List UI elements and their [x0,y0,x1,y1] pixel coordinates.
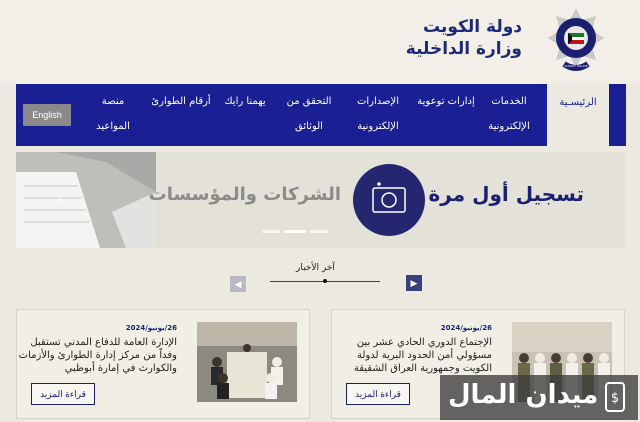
nav-feedback[interactable]: يهمنا رايك [216,94,274,109]
country-name: دولة الكويت [422,17,522,37]
svg-text:$: $ [611,391,619,406]
news-next-button[interactable]: ▶ [406,275,422,291]
slider-dot[interactable] [262,230,280,233]
news-text[interactable]: الإجتماع الدوري الحادي عشر بين مسؤولي أم… [332,336,492,375]
nav-verify-line1: التحقق من [286,96,332,107]
nav-e-services[interactable]: الخدمات الإلكترونية [479,94,539,134]
laptop-notebook-photo [16,152,156,248]
nav-appointments-line2: المواعيد [96,121,130,132]
banner-subtitle: الشركات والمؤسسات [148,184,341,205]
news-prev-button[interactable]: ◀ [230,276,246,292]
language-toggle-button[interactable]: English [23,104,71,126]
nav-home[interactable]: الرئيسـية [547,84,609,146]
read-more-button[interactable]: قراءة المزيد [31,383,95,405]
read-more-button[interactable]: قراءة المزيد [346,383,410,405]
ministry-name: وزارة الداخلية [405,39,522,59]
nav-e-services-line2: الإلكترونية [488,121,530,132]
money-phone-icon: $ [605,382,625,412]
nav-verify-line2: الوثائق [295,121,323,132]
news-date: 26/يونيو/2024 [440,324,492,332]
nav-e-publications[interactable]: الإصدارات الإلكترونية [346,94,410,134]
chevron-left-icon[interactable]: ‹ [56,190,62,209]
main-navbar: الرئيسـية الخدمات الإلكترونية إدارات توع… [16,84,626,146]
nav-e-publications-line2: الإلكترونية [357,121,399,132]
svg-text:KUWAIT POLICE: KUWAIT POLICE [564,64,587,68]
watermark-overlay: ميدان المال $ [440,375,638,420]
nav-appointments[interactable]: منصة المواعيد [88,94,138,134]
news-card: 26/يونيو/2024 الإدارة العامة للدفاع المد… [16,309,310,419]
news-heading: آخر الأخبار [296,263,335,273]
registration-icon [353,164,425,236]
site-header: KUWAIT POLICE دولة الكويت وزارة الداخلية [0,0,640,84]
news-divider-dot [323,279,327,283]
news-photo-meeting[interactable] [197,322,297,402]
news-date: 26/يونيو/2024 [125,324,177,332]
nav-awareness[interactable]: إدارات توعوية [416,94,476,109]
org-name: دولة الكويت وزارة الداخلية [406,16,522,60]
news-text[interactable]: الإدارة العامة للدفاع المدني تستقبل وفدا… [17,336,177,375]
slider-dot[interactable] [310,230,328,233]
nav-e-publications-line1: الإصدارات [356,96,400,107]
nav-verify-documents[interactable]: التحقق من الوثائق [281,94,337,134]
slider-dot-active[interactable] [284,230,306,233]
kuwait-police-logo[interactable]: KUWAIT POLICE [546,6,606,76]
slider-pagination[interactable] [262,230,328,233]
nav-emergency-numbers[interactable]: أرقام الطوارئ [148,94,214,109]
hero-banner[interactable]: ‹ الشركات والمؤسسات تسجيل أول مرة [16,152,626,248]
nav-e-services-line1: الخدمات [491,96,527,107]
nav-appointments-line1: منصة [101,96,125,107]
watermark-text: ميدان المال [448,380,599,410]
banner-title: تسجيل أول مرة [428,182,584,206]
